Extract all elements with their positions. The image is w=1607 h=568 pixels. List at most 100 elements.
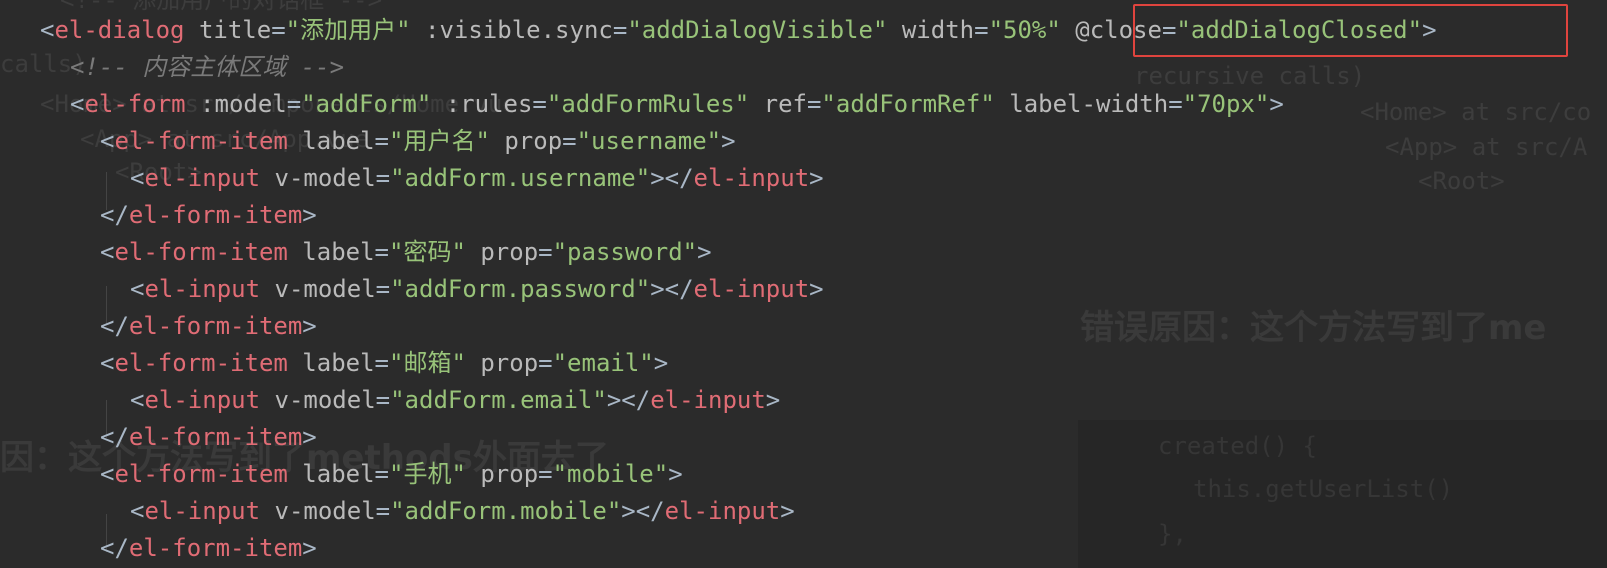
code-token: el-input [664, 497, 781, 525]
code-token: < [70, 90, 85, 118]
code-token: el-form-item [128, 534, 303, 562]
code-token: "addFormRules" [546, 90, 750, 118]
code-token: el-input [144, 164, 261, 192]
code-token: = [532, 90, 547, 118]
code-token: < [40, 16, 55, 44]
code-token: = [538, 238, 553, 266]
code-token: el-input [693, 275, 810, 303]
code-token: "addForm.email" [390, 386, 607, 414]
code-token: </ [100, 423, 129, 451]
code-token: > [697, 238, 712, 266]
highlight-annotation-box [1133, 4, 1568, 57]
code-line[interactable]: </el-form-item> [100, 196, 317, 234]
code-token: "手机" [389, 460, 466, 488]
code-token: < [130, 164, 145, 192]
code-line[interactable]: <el-input v-model="addForm.email"></el-i… [130, 381, 780, 419]
code-line[interactable]: <el-form-item label="密码" prop="password"… [100, 233, 712, 271]
code-token: el-input [693, 164, 810, 192]
code-token: el-form-item [114, 460, 288, 488]
code-line[interactable]: <el-input v-model="addForm.mobile"></el-… [130, 492, 795, 530]
code-line[interactable]: <el-input v-model="addForm.username"></e… [130, 159, 824, 197]
code-token: label [287, 460, 375, 488]
code-token: </ [100, 534, 129, 562]
code-editor[interactable]: <!-- 添加用户的对话框 --> calls) <Home> at src/c… [0, 0, 1607, 568]
code-token: el-input [144, 497, 261, 525]
code-token: < [100, 127, 115, 155]
code-token: "邮箱" [389, 349, 466, 377]
code-token: "addForm.mobile" [390, 497, 622, 525]
code-token: = [375, 386, 391, 414]
code-token: prop [465, 238, 539, 266]
code-token: = [562, 127, 577, 155]
code-line[interactable]: <el-form-item label="邮箱" prop="email"> [100, 344, 668, 382]
code-token: = [374, 349, 389, 377]
code-token: = [286, 90, 302, 118]
code-token: = [375, 497, 391, 525]
code-token: = [974, 16, 989, 44]
code-line[interactable]: </el-form-item> [100, 529, 317, 567]
code-token: "email" [552, 349, 654, 377]
code-token: "password" [552, 238, 698, 266]
code-token: ></ [621, 497, 665, 525]
code-token: el-form-item [114, 349, 288, 377]
code-token: </ [100, 312, 129, 340]
code-token: > [302, 312, 317, 340]
code-line[interactable]: <!-- 内容主体区域 --> [70, 48, 344, 86]
code-token: < [100, 460, 115, 488]
code-line[interactable]: </el-form-item> [100, 418, 317, 456]
code-token: > [302, 423, 317, 451]
code-token: "addDialogVisible" [627, 16, 888, 44]
code-token: :model [185, 90, 287, 118]
code-token: = [374, 238, 389, 266]
code-token: v-model [260, 386, 376, 414]
code-token: > [302, 201, 317, 229]
code-token: el-input [144, 386, 261, 414]
code-line[interactable]: <el-input v-model="addForm.password"></e… [130, 270, 824, 308]
code-token: <!-- 内容主体区域 --> [70, 53, 345, 81]
code-token: "mobile" [552, 460, 669, 488]
code-token: el-form-item [128, 312, 303, 340]
code-token: = [374, 460, 389, 488]
code-token: ></ [650, 275, 694, 303]
code-token: :visible.sync [410, 16, 613, 44]
code-token: el-input [144, 275, 261, 303]
code-token: label [287, 127, 375, 155]
code-token: prop [465, 460, 539, 488]
code-token: < [130, 275, 145, 303]
code-token: "addForm.password" [390, 275, 651, 303]
code-token: el-form [84, 90, 186, 118]
code-token: "密码" [389, 238, 466, 266]
code-token: = [374, 127, 389, 155]
code-token: ref [749, 90, 807, 118]
code-token: = [538, 460, 553, 488]
code-token: > [809, 275, 824, 303]
code-token: > [653, 349, 669, 377]
code-token: "addForm" [301, 90, 432, 118]
code-token: el-input [650, 386, 766, 414]
code-line[interactable]: <el-form :model="addForm" :rules="addFor… [70, 85, 1284, 123]
code-area[interactable]: <el-dialog title="添加用户" :visible.sync="a… [0, 0, 1607, 568]
code-token: > [668, 460, 683, 488]
code-token: = [375, 164, 391, 192]
code-token: > [1269, 90, 1284, 118]
code-token: el-form-item [114, 127, 288, 155]
code-token: = [538, 349, 553, 377]
code-token: = [271, 16, 286, 44]
code-token: < [130, 386, 145, 414]
code-token: = [806, 90, 822, 118]
code-token: label [287, 238, 375, 266]
code-token: :rules [431, 90, 533, 118]
code-token: label [287, 349, 375, 377]
code-token: ></ [650, 164, 694, 192]
code-line[interactable]: </el-form-item> [100, 307, 317, 345]
code-line[interactable]: <el-form-item label="用户名" prop="username… [100, 122, 736, 160]
code-token: "添加用户" [285, 16, 411, 44]
code-token: prop [489, 127, 563, 155]
code-line[interactable]: <el-form-item label="手机" prop="mobile"> [100, 455, 683, 493]
code-token: ></ [606, 386, 651, 414]
code-token: < [100, 238, 115, 266]
code-token: el-dialog [54, 16, 185, 44]
code-token: > [780, 497, 795, 525]
code-token: "username" [576, 127, 722, 155]
code-token: width [887, 16, 975, 44]
